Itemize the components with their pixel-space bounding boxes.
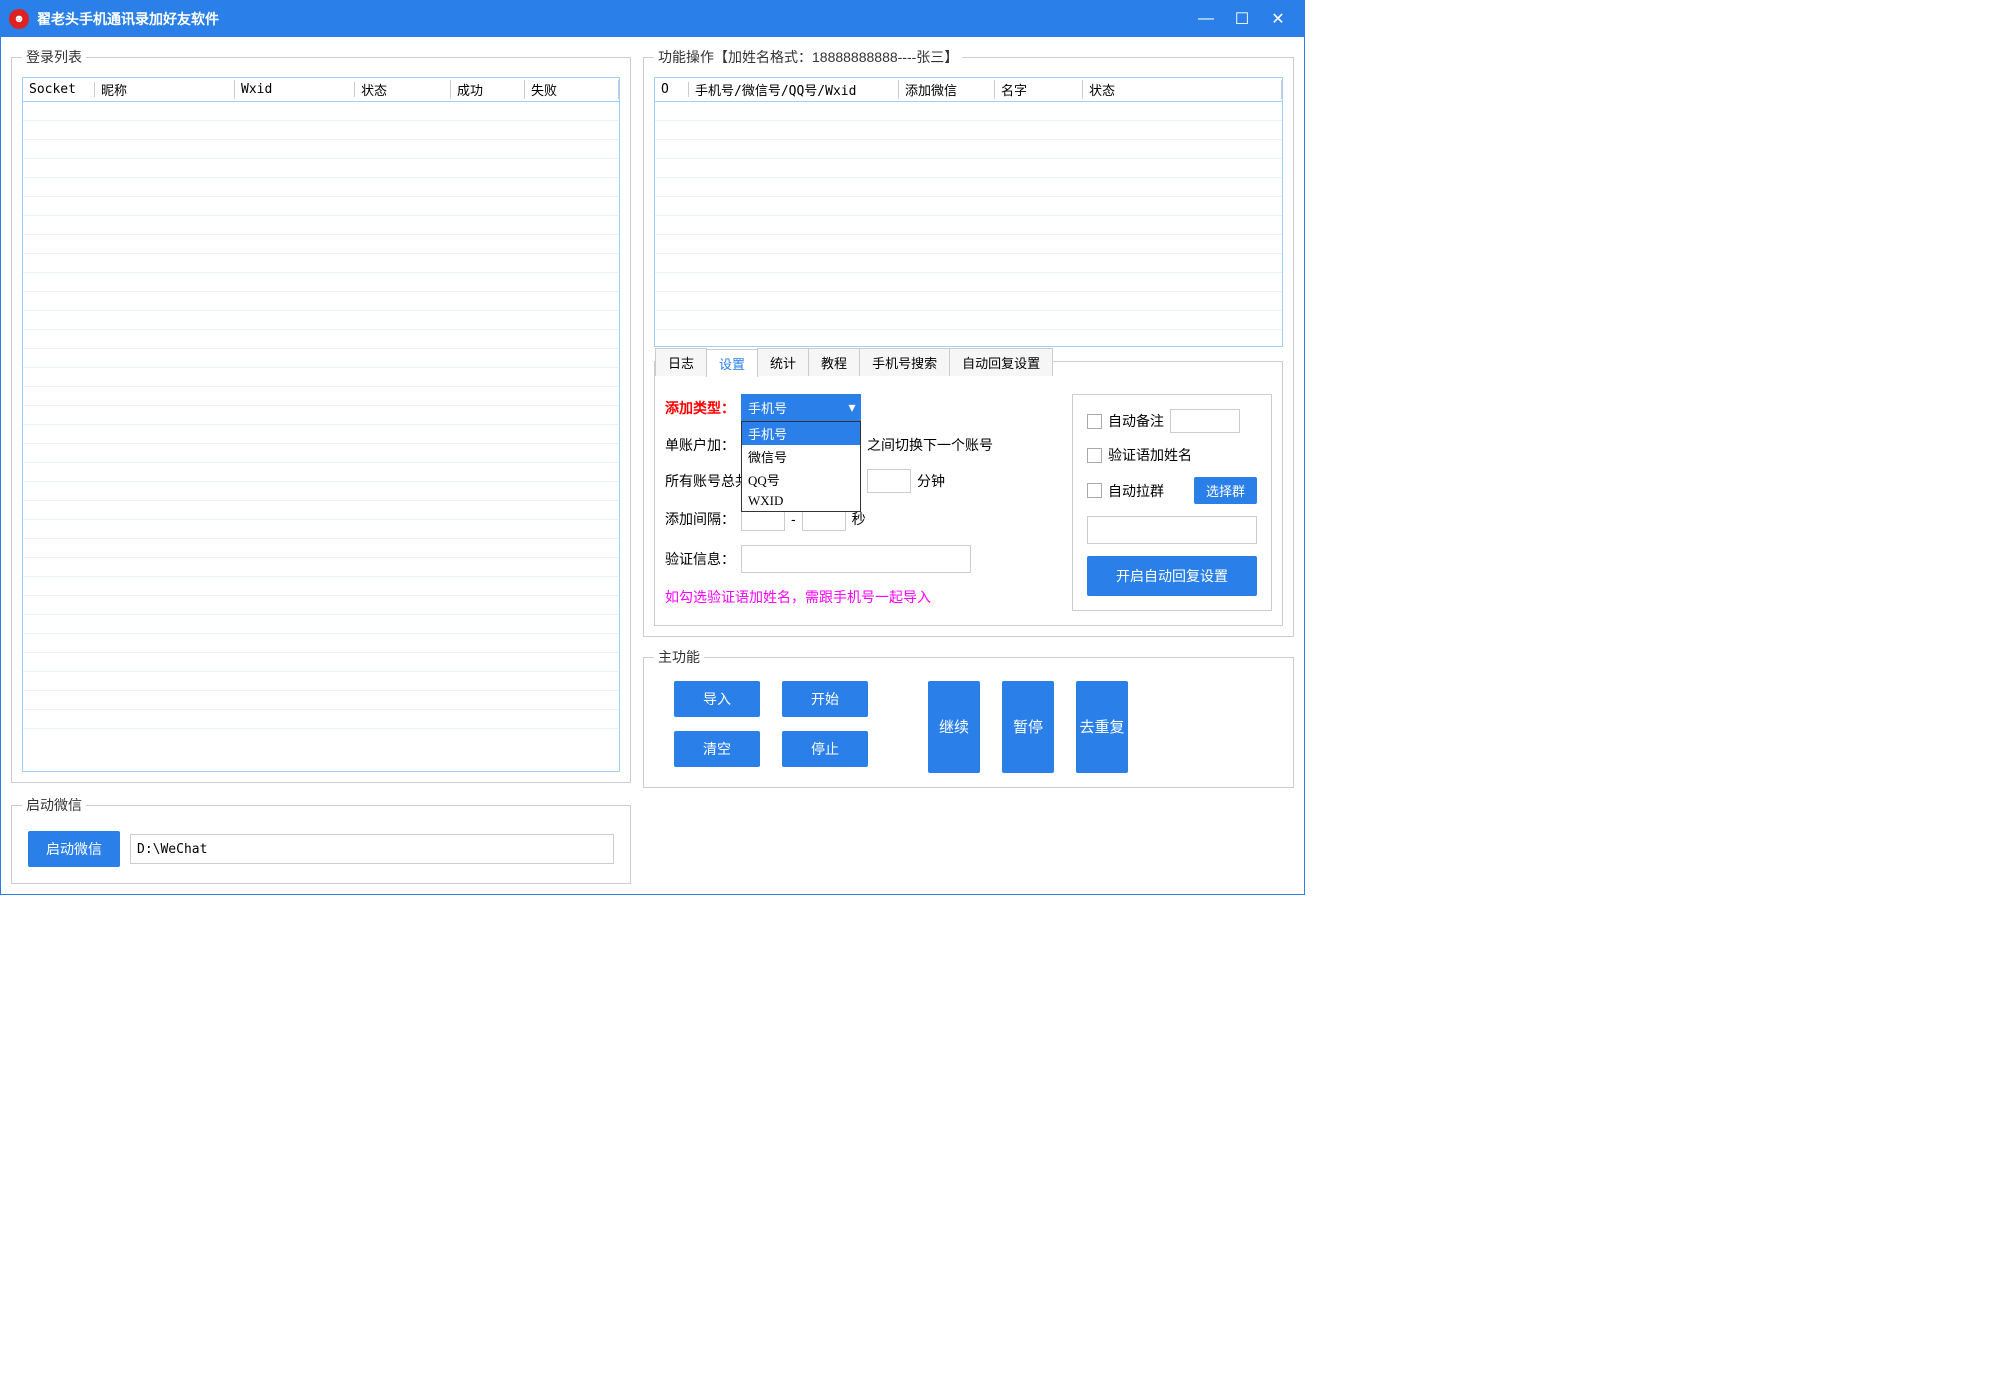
dropdown-item-qq[interactable]: QQ号 [742, 468, 860, 491]
chevron-down-icon[interactable]: ▾ [843, 394, 861, 421]
app-icon: ☻ [9, 9, 29, 29]
login-table-body [23, 102, 619, 771]
verify-info-label: 验证信息： [665, 549, 735, 569]
tab-strip: 日志 设置 统计 教程 手机号搜索 自动回复设置 [655, 348, 1272, 376]
start-wechat-legend: 启动微信 [22, 795, 86, 815]
ops-col-o[interactable]: O [655, 82, 689, 97]
stop-button[interactable]: 停止 [782, 731, 868, 767]
ops-table-body [655, 102, 1282, 346]
maximize-button[interactable]: ☐ [1224, 1, 1260, 37]
start-wechat-button[interactable]: 启动微信 [28, 831, 120, 867]
start-wechat-group: 启动微信 启动微信 [11, 795, 631, 884]
single-account-label: 单账户加： [665, 435, 735, 455]
tab-settings[interactable]: 设置 [706, 349, 758, 377]
dedup-button[interactable]: 去重复 [1076, 681, 1128, 773]
auto-remark-input[interactable] [1170, 409, 1240, 433]
verify-note: 如勾选验证语加姓名，需跟手机号一起导入 [665, 587, 1062, 607]
ops-col-add[interactable]: 添加微信 [899, 80, 995, 99]
interval-label: 添加间隔： [665, 509, 735, 529]
clear-button[interactable]: 清空 [674, 731, 760, 767]
app-title: 翟老头手机通讯录加好友软件 [37, 9, 219, 29]
ops-col-name[interactable]: 名字 [995, 80, 1083, 99]
add-type-label: 添加类型： [665, 398, 735, 418]
login-col-status[interactable]: 状态 [355, 80, 451, 99]
dropdown-item-wechat[interactable]: 微信号 [742, 445, 860, 468]
minutes-label: 分钟 [917, 471, 945, 491]
function-ops-legend: 功能操作【加姓名格式：18888888888----张三】 [654, 47, 962, 67]
dropdown-item-phone[interactable]: 手机号 [742, 422, 860, 445]
login-col-nick[interactable]: 昵称 [95, 80, 235, 99]
ops-col-status[interactable]: 状态 [1083, 80, 1282, 99]
tab-stats[interactable]: 统计 [757, 348, 809, 376]
login-list-group: 登录列表 Socket 昵称 Wxid 状态 成功 失败 [11, 47, 631, 783]
auto-group-checkbox[interactable] [1087, 483, 1102, 498]
auto-group-label: 自动拉群 [1108, 481, 1164, 501]
login-col-success[interactable]: 成功 [451, 80, 525, 99]
verify-name-checkbox[interactable] [1087, 448, 1102, 463]
ops-col-phone[interactable]: 手机号/微信号/QQ号/Wxid [689, 80, 899, 99]
auto-remark-label: 自动备注 [1108, 411, 1164, 431]
minimize-button[interactable]: — [1188, 1, 1224, 37]
function-ops-group: 功能操作【加姓名格式：18888888888----张三】 O 手机号/微信号/… [643, 47, 1294, 637]
login-list-legend: 登录列表 [22, 47, 86, 67]
add-type-dropdown[interactable]: 手机号 微信号 QQ号 WXID [741, 421, 861, 512]
wechat-path-input[interactable] [130, 834, 614, 864]
add-type-select[interactable]: 手机号 ▾ 手机号 微信号 QQ号 WXID [741, 394, 861, 421]
login-col-wxid[interactable]: Wxid [235, 82, 355, 97]
single-account-suffix: 之间切换下一个账号 [867, 435, 993, 455]
login-col-socket[interactable]: Socket [23, 82, 95, 97]
resume-button[interactable]: 继续 [928, 681, 980, 773]
rest-input[interactable] [867, 469, 911, 493]
table-row [23, 102, 619, 121]
settings-right-panel: 自动备注 验证语加姓名 自动拉群 选择群 开启 [1072, 394, 1272, 611]
main-function-group: 主功能 导入 开始 清空 停止 继续 暂停 去重复 [643, 647, 1294, 788]
tab-log[interactable]: 日志 [655, 348, 707, 376]
ops-table[interactable]: O 手机号/微信号/QQ号/Wxid 添加微信 名字 状态 [654, 77, 1283, 347]
tab-auto-reply[interactable]: 自动回复设置 [949, 348, 1053, 376]
tab-phone-search[interactable]: 手机号搜索 [859, 348, 950, 376]
tab-tutorial[interactable]: 教程 [808, 348, 860, 376]
group-input[interactable] [1087, 516, 1257, 544]
close-button[interactable]: ✕ [1260, 1, 1296, 37]
auto-remark-checkbox[interactable] [1087, 414, 1102, 429]
interval-dash: - [791, 511, 796, 527]
seconds-label: 秒 [852, 509, 866, 529]
pause-button[interactable]: 暂停 [1002, 681, 1054, 773]
login-table[interactable]: Socket 昵称 Wxid 状态 成功 失败 [22, 77, 620, 772]
dropdown-item-wxid[interactable]: WXID [742, 491, 860, 511]
start-button[interactable]: 开始 [782, 681, 868, 717]
verify-name-label: 验证语加姓名 [1108, 445, 1192, 465]
login-col-fail[interactable]: 失败 [525, 80, 619, 99]
select-group-button[interactable]: 选择群 [1194, 477, 1257, 504]
title-bar: ☻ 翟老头手机通讯录加好友软件 — ☐ ✕ [1, 1, 1304, 37]
verify-info-input[interactable] [741, 545, 971, 573]
import-button[interactable]: 导入 [674, 681, 760, 717]
settings-tabs-panel: 日志 设置 统计 教程 手机号搜索 自动回复设置 添加类型： 手机号 ▾ [654, 361, 1283, 626]
main-function-legend: 主功能 [654, 647, 704, 667]
open-auto-reply-button[interactable]: 开启自动回复设置 [1087, 556, 1257, 596]
